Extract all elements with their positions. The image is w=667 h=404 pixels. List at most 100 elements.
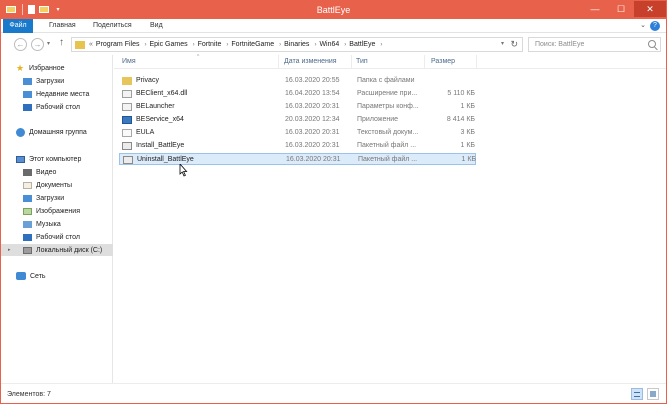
chevron-right-icon[interactable]: › — [279, 42, 281, 48]
search-input[interactable]: Поиск: BattlEye — [528, 37, 661, 52]
breadcrumb-battleye[interactable]: BattlEye — [349, 41, 375, 48]
large-icons-view-icon[interactable] — [647, 388, 659, 400]
sidebar-network[interactable]: Сеть — [1, 270, 113, 282]
mouse-cursor-icon — [179, 164, 188, 177]
sort-indicator-icon: ^ — [197, 54, 200, 60]
column-header-size[interactable]: Размер — [431, 58, 455, 65]
help-icon[interactable]: ? — [650, 21, 660, 31]
ribbon-tabs: Файл Главная Поделиться Вид ⌄ ? — [1, 19, 666, 33]
sidebar-favorites[interactable]: ★ Избранное — [1, 62, 113, 74]
file-row[interactable]: BELauncher 16.03.2020 20:31 Параметры ко… — [119, 101, 476, 113]
desktop-icon — [23, 233, 32, 241]
file-row[interactable]: BEClient_x64.dll 16.04.2020 13:54 Расшир… — [119, 88, 476, 100]
chevron-right-icon[interactable]: › — [193, 42, 195, 48]
documents-icon — [23, 181, 32, 189]
sidebar-item-label: Сеть — [30, 272, 46, 280]
file-type: Параметры конф... — [357, 103, 419, 110]
file-type: Пакетный файл ... — [358, 156, 418, 163]
expand-ribbon-icon[interactable]: ⌄ — [640, 21, 646, 29]
chevron-right-icon[interactable]: › — [144, 42, 146, 48]
breadcrumb-fortnite[interactable]: Fortnite — [198, 41, 222, 48]
sidebar-item-pc-desktop[interactable]: Рабочий стол — [1, 231, 113, 243]
minimize-button[interactable]: — — [582, 1, 608, 17]
sidebar-this-pc[interactable]: Этот компьютер — [1, 153, 113, 165]
file-size: 8 414 КБ — [446, 116, 475, 123]
file-date: 16.04.2020 13:54 — [285, 90, 340, 97]
file-name: Uninstall_BattlEye — [137, 156, 194, 163]
close-button[interactable]: ✕ — [634, 1, 666, 17]
sidebar-item-music[interactable]: Музыка — [1, 218, 113, 230]
sidebar-item-pictures[interactable]: Изображения — [1, 205, 113, 217]
column-divider[interactable] — [424, 55, 425, 69]
videos-icon — [23, 168, 32, 176]
breadcrumb-epic-games[interactable]: Epic Games — [149, 41, 187, 48]
sidebar-item-desktop[interactable]: Рабочий стол — [1, 101, 113, 113]
tab-view[interactable]: Вид — [146, 19, 167, 33]
refresh-icon[interactable]: ↻ — [510, 39, 518, 50]
recent-locations-icon[interactable]: ▾ — [47, 40, 50, 47]
expand-arrow-icon[interactable]: ▸ — [8, 247, 11, 253]
sidebar-item-pc-downloads[interactable]: Загрузки — [1, 192, 113, 204]
file-name: Install_BattlEye — [136, 142, 185, 149]
sidebar-item-documents[interactable]: Документы — [1, 179, 113, 191]
breadcrumb-win64[interactable]: Win64 — [319, 41, 339, 48]
address-history-dropdown-icon[interactable]: ▾ — [501, 40, 504, 47]
sidebar-item-downloads[interactable]: Загрузки — [1, 75, 113, 87]
exe-icon — [122, 116, 132, 124]
tab-home[interactable]: Главная — [45, 19, 80, 33]
file-row[interactable]: EULA 16.03.2020 20:31 Текстовый докум...… — [119, 127, 476, 139]
chevron-right-icon[interactable]: › — [380, 42, 382, 48]
maximize-button[interactable]: ☐ — [608, 1, 634, 17]
chevron-right-icon[interactable]: › — [344, 42, 346, 48]
file-type: Приложение — [357, 116, 399, 123]
sidebar-homegroup[interactable]: Домашняя группа — [1, 126, 113, 138]
breadcrumb-binaries[interactable]: Binaries — [284, 41, 309, 48]
file-size: 1 КБ — [461, 156, 476, 163]
details-view-icon[interactable] — [631, 388, 643, 400]
sidebar-item-label: Локальный диск (C:) — [36, 246, 103, 254]
column-divider[interactable] — [476, 55, 477, 69]
file-row[interactable]: Install_BattlEye 16.03.2020 20:31 Пакетн… — [119, 140, 476, 152]
tab-file[interactable]: Файл — [3, 19, 33, 33]
forward-button[interactable]: → — [31, 38, 44, 51]
column-header-date[interactable]: Дата изменения — [284, 58, 337, 65]
address-bar[interactable]: « Program Files › Epic Games › Fortnite … — [71, 37, 523, 52]
column-divider[interactable] — [351, 55, 352, 69]
column-header-type[interactable]: Тип — [356, 58, 368, 65]
recent-places-icon — [23, 90, 32, 98]
sidebar-item-local-disk-c[interactable]: ▸ Локальный диск (C:) — [1, 244, 113, 256]
column-divider[interactable] — [278, 55, 279, 69]
file-date: 16.03.2020 20:31 — [285, 103, 340, 110]
file-size: 3 КБ — [460, 129, 475, 136]
file-date: 16.03.2020 20:31 — [286, 156, 341, 163]
up-button[interactable]: ↑ — [59, 37, 64, 48]
file-row-selected[interactable]: Uninstall_BattlEye 16.03.2020 20:31 Паке… — [119, 153, 476, 165]
file-row[interactable]: BEService_x64 20.03.2020 12:34 Приложени… — [119, 114, 476, 126]
file-date: 16.03.2020 20:31 — [285, 129, 340, 136]
chevron-right-icon[interactable]: › — [226, 42, 228, 48]
file-name: Privacy — [136, 77, 159, 84]
downloads-folder-icon — [23, 194, 32, 202]
file-type: Пакетный файл ... — [357, 142, 417, 149]
file-name: EULA — [136, 129, 155, 136]
back-button[interactable]: ← — [14, 38, 27, 51]
sidebar-item-recent-places[interactable]: Недавние места — [1, 88, 113, 100]
title-bar: ▾ BattlEye — ☐ ✕ — [1, 1, 666, 19]
file-row[interactable]: Privacy 16.03.2020 20:55 Папка с файлами — [119, 75, 476, 87]
address-overflow-icon[interactable]: « — [89, 41, 93, 48]
column-headers: ^ Имя Дата изменения Тип Размер — [114, 54, 666, 69]
file-size: 1 КБ — [460, 103, 475, 110]
file-name: BEClient_x64.dll — [136, 90, 188, 97]
search-icon[interactable] — [648, 40, 656, 48]
breadcrumb-program-files[interactable]: Program Files — [96, 41, 140, 48]
navigation-pane: ★ Избранное Загрузки Недавние места Рабо… — [1, 55, 113, 383]
breadcrumb-fortnitegame[interactable]: FortniteGame — [231, 41, 274, 48]
tab-share[interactable]: Поделиться — [89, 19, 136, 33]
chevron-right-icon[interactable]: › — [314, 42, 316, 48]
sidebar-item-label: Рабочий стол — [36, 233, 80, 241]
music-icon — [23, 220, 32, 228]
sidebar-item-videos[interactable]: Видео — [1, 166, 113, 178]
column-header-name[interactable]: Имя — [122, 58, 136, 65]
network-icon — [16, 272, 26, 280]
sidebar-item-label: Загрузки — [36, 77, 65, 85]
